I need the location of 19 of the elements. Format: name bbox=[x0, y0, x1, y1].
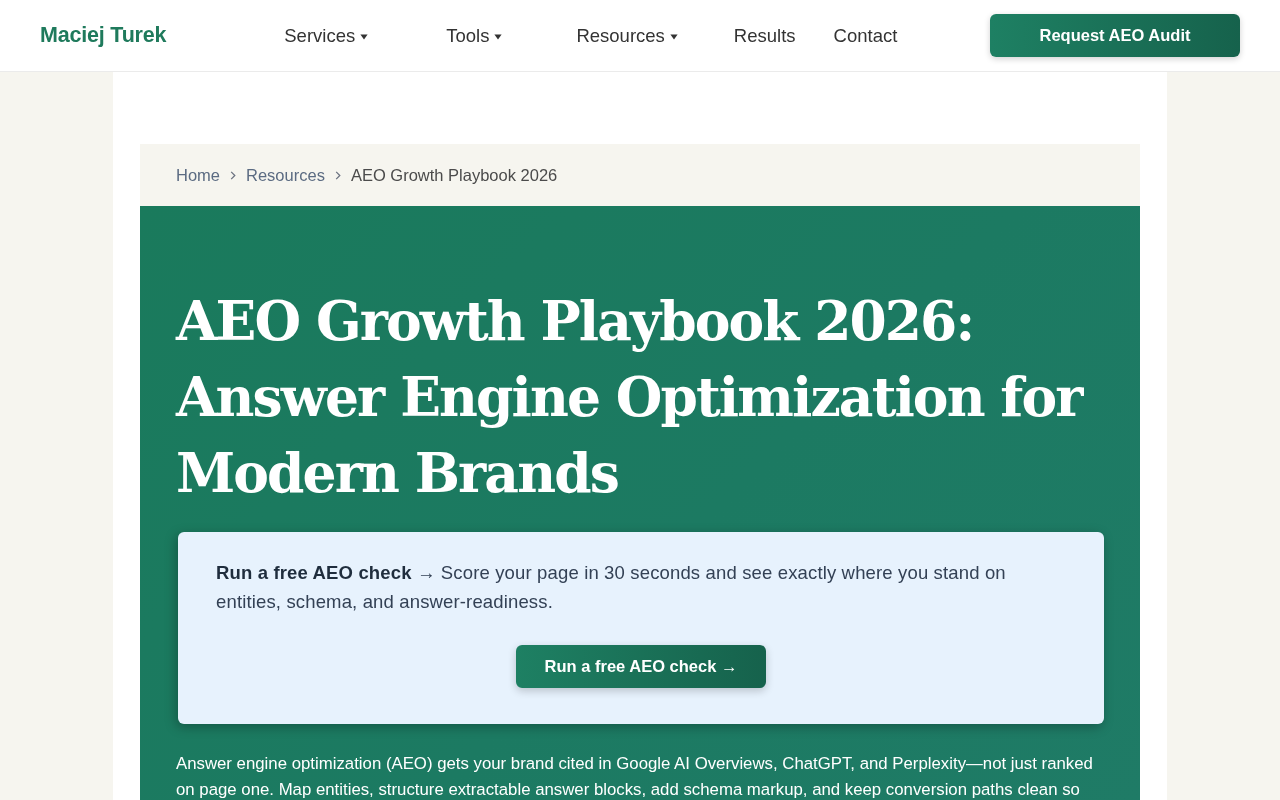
chevron-icon bbox=[334, 170, 341, 180]
request-audit-button[interactable]: Request AEO Audit bbox=[990, 14, 1240, 57]
breadcrumb-link[interactable]: Resources bbox=[246, 165, 325, 185]
breadcrumb-current: AEO Growth Playbook 2026 bbox=[350, 165, 558, 185]
nav-link[interactable]: Results bbox=[733, 24, 796, 47]
intro-paragraph: Answer engine optimization (AEO) gets your brand cited in Google AI Overviews, ChatGPT, and Perplexity—not just ranked on page one. Map entities, structure extractable answer blocks, add schema markup, and keep conversion paths clean so bbox=[176, 753, 1094, 800]
page-title: AEO Growth Playbook 2026: Answer Engine Optimization for Modern Brands bbox=[176, 289, 1085, 507]
chevron-icon bbox=[230, 170, 236, 180]
nav-link[interactable]: Tools bbox=[446, 24, 503, 47]
nav-link[interactable]: Contact bbox=[833, 24, 898, 47]
free-check-button[interactable]: Run a free AEO check → bbox=[516, 645, 766, 688]
nav-link[interactable]: Resources bbox=[576, 24, 678, 47]
caret-icon bbox=[360, 34, 369, 40]
caret-icon bbox=[669, 34, 678, 40]
nav-link[interactable]: Services bbox=[284, 24, 369, 47]
breadcrumb-link[interactable]: Home bbox=[176, 165, 220, 185]
callout-text: Run a free AEO check → Score your page in 30 seconds and see exactly where you stand on entities, schema, and answer-readiness. bbox=[216, 561, 1007, 614]
logo-link[interactable]: Maciej Turek bbox=[40, 23, 167, 48]
caret-icon bbox=[494, 34, 503, 40]
